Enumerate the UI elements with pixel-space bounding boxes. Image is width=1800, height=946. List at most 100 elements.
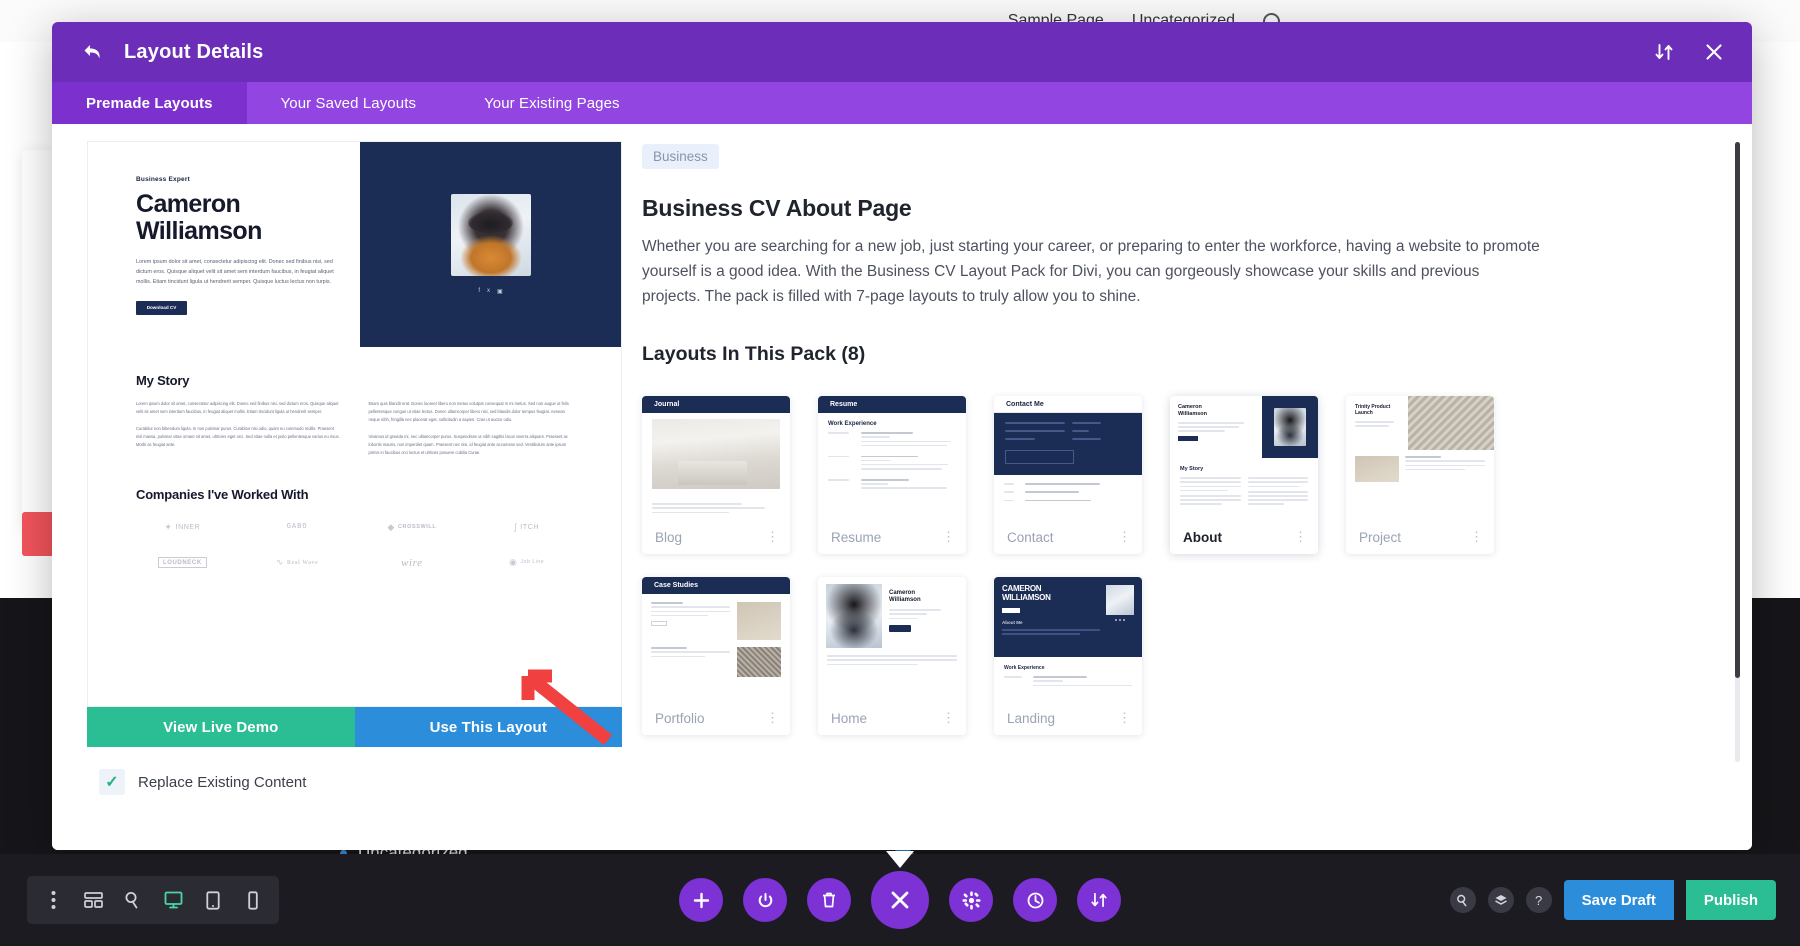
pack-heading: Layouts In This Pack (8) (642, 343, 1702, 366)
jobline-logo: ◉Job Line (509, 557, 544, 568)
divi-right-controls: ? Save Draft Publish (1450, 880, 1800, 920)
layout-card-landing[interactable]: CAMERONWILLIAMSON About Me (994, 577, 1142, 735)
gabo-logo: GABO (287, 523, 308, 531)
layout-details-column: Business Business CV About Page Whether … (612, 124, 1752, 850)
more-options-icon[interactable]: ⋮ (1118, 532, 1131, 542)
tab-your-saved-layouts[interactable]: Your Saved Layouts (247, 82, 451, 124)
layout-card-name: Landing (1007, 711, 1055, 726)
thumb-hero: CameronWilliamson (1170, 396, 1318, 458)
wire-logo: wire (401, 557, 423, 569)
layout-preview-column: Business Expert Cameron Williamson Lorem… (52, 124, 612, 850)
use-this-layout-button[interactable]: Use This Layout (355, 707, 623, 747)
more-options-icon[interactable]: ⋮ (766, 532, 779, 542)
hook-icon: ∫ (514, 522, 517, 532)
layout-details-modal: Layout Details Premade Layouts Your Save… (52, 22, 1752, 850)
more-options-icon[interactable]: ⋮ (1294, 532, 1307, 542)
layout-card-name: Contact (1007, 530, 1054, 545)
layout-card-name: Portfolio (655, 711, 705, 726)
thumb-title-bar: Contact Me (994, 396, 1142, 413)
chevron-mark-icon: ◆ (387, 522, 395, 533)
preview-story-title: My Story (88, 347, 621, 388)
layout-card-resume[interactable]: Resume Work Experience Resume ⋮ (818, 396, 966, 554)
trash-button[interactable] (807, 878, 851, 922)
tablet-icon[interactable] (193, 876, 233, 924)
search-icon[interactable] (1450, 887, 1476, 913)
screen: Sample Page Uncategorized Categories Unc… (0, 0, 1800, 946)
preview-story-columns: Lorem ipsum dolor sit amet, consectetur … (88, 388, 621, 457)
tab-premade-layouts[interactable]: Premade Layouts (52, 82, 247, 124)
preview-name: Cameron Williamson (136, 191, 360, 245)
publish-button[interactable]: Publish (1686, 880, 1776, 920)
layout-card-footer: Project ⋮ (1346, 520, 1494, 554)
more-options-icon[interactable]: ⋮ (942, 532, 955, 542)
wave-icon: ∿ (276, 557, 284, 568)
help-icon[interactable]: ? (1526, 887, 1552, 913)
power-toggle-button[interactable] (743, 878, 787, 922)
layout-preview-content: Business Expert Cameron Williamson Lorem… (88, 142, 621, 706)
diamond-icon: ✦ (164, 522, 172, 533)
sort-icon[interactable] (1654, 42, 1674, 62)
save-draft-button[interactable]: Save Draft (1564, 880, 1674, 920)
tab-your-existing-pages[interactable]: Your Existing Pages (450, 82, 654, 124)
preview-story-text-3: Etiam quis blandit erat. Donec laoreet l… (369, 400, 574, 424)
preview-name-line2: Williamson (136, 218, 360, 245)
more-options-icon[interactable]: ⋮ (766, 713, 779, 723)
preview-download-cv-button: Download CV (136, 301, 187, 315)
details-scrollbar[interactable] (1735, 142, 1740, 762)
facebook-icon: f (478, 288, 480, 295)
layout-thumbnail: Resume Work Experience (818, 396, 966, 520)
history-button[interactable] (1013, 878, 1057, 922)
add-section-button[interactable] (679, 878, 723, 922)
layers-icon[interactable] (1488, 887, 1514, 913)
more-options-icon[interactable]: ⋮ (1470, 532, 1483, 542)
close-builder-button[interactable] (871, 871, 929, 929)
pack-description: Whether you are searching for a new job,… (642, 234, 1542, 309)
circle-mark-icon: ◉ (509, 557, 517, 568)
thumb-hero: CameronWilliamson (818, 577, 966, 655)
more-options-icon[interactable]: ⋮ (1118, 713, 1131, 723)
preview-social-icons: f x ▣ (478, 288, 502, 295)
layout-card-name: Project (1359, 530, 1401, 545)
inner-logo: ✦INNER (164, 522, 200, 533)
more-vertical-icon[interactable] (33, 876, 73, 924)
layout-thumbnail: CameronWilliamson (818, 577, 966, 701)
settings-button[interactable] (949, 878, 993, 922)
layout-card-name: Blog (655, 530, 682, 545)
thumb-story: My Story (1170, 458, 1318, 515)
thumb-title-bar: Case Studies (642, 577, 790, 594)
thumb-body (818, 655, 966, 665)
layout-card-blog[interactable]: Journal Blog ⋮ (642, 396, 790, 554)
more-options-icon[interactable]: ⋮ (942, 713, 955, 723)
phone-icon[interactable] (233, 876, 273, 924)
layout-card-about[interactable]: CameronWilliamson (1170, 396, 1318, 554)
back-arrow-icon[interactable] (80, 39, 106, 65)
layout-card-project[interactable]: Trinity ProductLaunch (1346, 396, 1494, 554)
layout-thumbnail: Journal (642, 396, 790, 520)
realwave-logo: ∿Real Wave (276, 557, 318, 568)
layout-thumbnail: CAMERONWILLIAMSON About Me (994, 577, 1142, 701)
layout-card-portfolio[interactable]: Case Studies (642, 577, 790, 735)
desktop-icon[interactable] (153, 876, 193, 924)
layout-thumbnail: CameronWilliamson (1170, 396, 1318, 520)
preview-hero: Business Expert Cameron Williamson Lorem… (88, 142, 621, 347)
wireframe-icon[interactable] (73, 876, 113, 924)
preview-portrait-photo (451, 194, 531, 276)
preview-hero-image-panel: f x ▣ (360, 142, 621, 347)
layout-card-home[interactable]: CameronWilliamson (818, 577, 966, 735)
modal-header-actions (1654, 42, 1724, 62)
layout-card-name: Resume (831, 530, 881, 545)
layout-card-name: About (1183, 530, 1222, 545)
replace-existing-content-row[interactable]: ✓ Replace Existing Content (87, 747, 612, 795)
modal-body: Business Expert Cameron Williamson Lorem… (52, 124, 1752, 850)
portability-button[interactable] (1077, 878, 1121, 922)
zoom-out-icon[interactable] (113, 876, 153, 924)
close-icon[interactable] (1704, 42, 1724, 62)
category-badge: Business (642, 144, 719, 169)
layout-card-contact[interactable]: Contact Me (994, 396, 1142, 554)
scrollbar-thumb[interactable] (1735, 142, 1740, 678)
replace-existing-content-checkbox[interactable]: ✓ (99, 769, 125, 795)
preview-story-text-4: Vivamus id gravida mi, nec ullamcorper p… (369, 433, 574, 457)
layout-thumbnail: Case Studies (642, 577, 790, 701)
instagram-icon: ▣ (497, 288, 503, 295)
view-live-demo-button[interactable]: View Live Demo (87, 707, 355, 747)
